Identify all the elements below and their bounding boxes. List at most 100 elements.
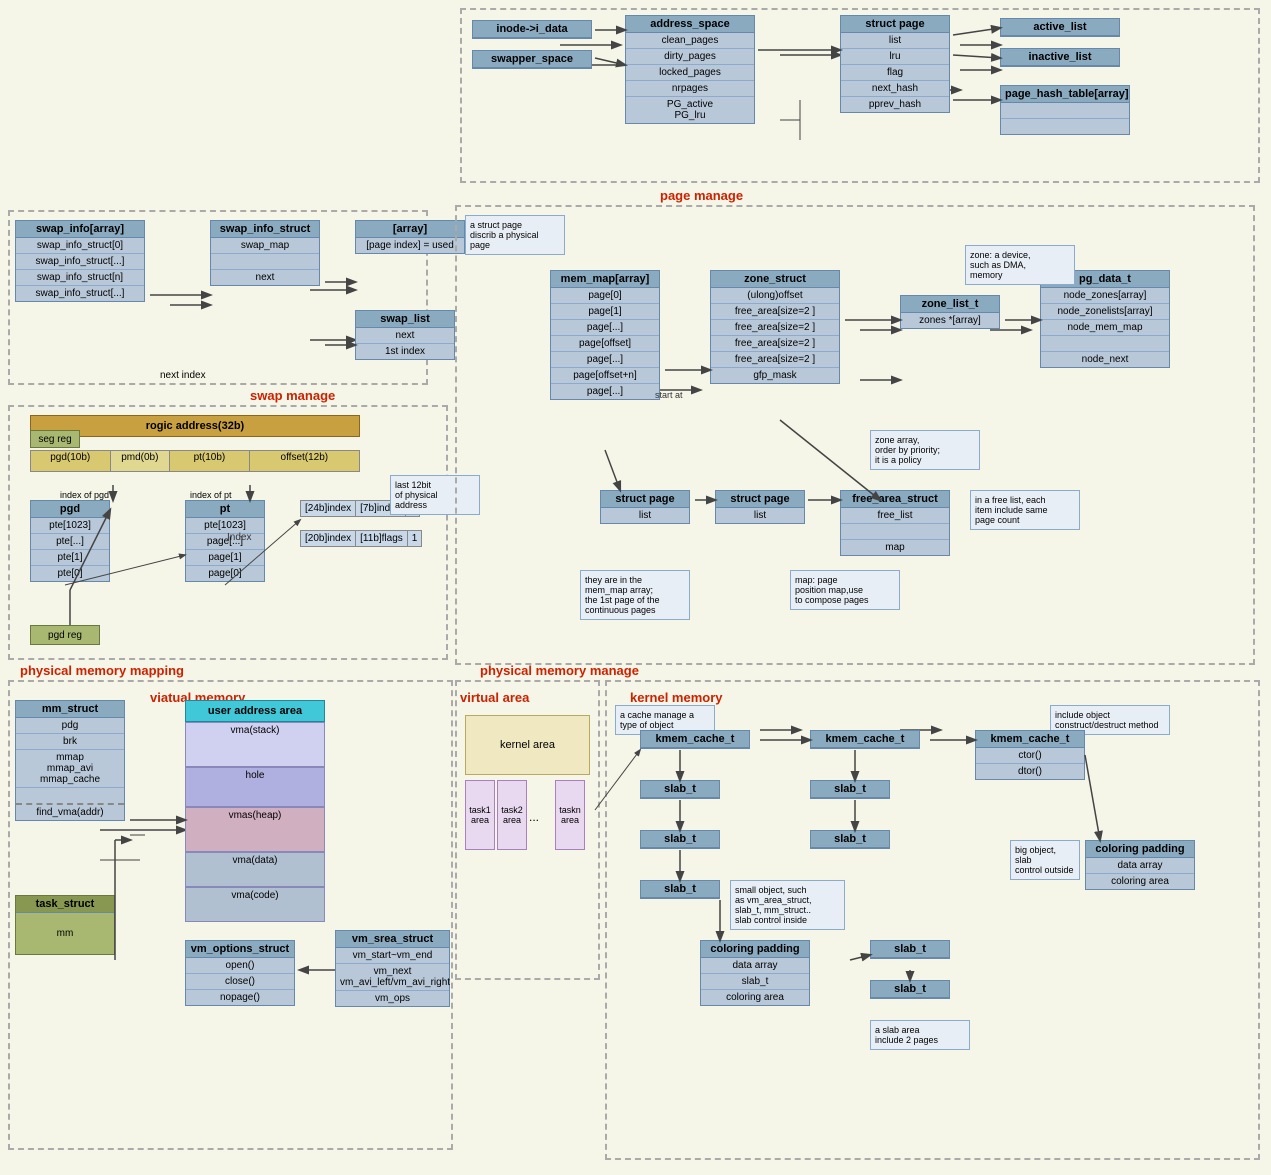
zone-struct-field5: free_area[size=2 ] — [711, 352, 839, 368]
mem-map-field7: page[...] — [551, 384, 659, 399]
pgd-field1: pte[1023] — [31, 518, 109, 534]
swapper-space-title: swapper_space — [473, 51, 591, 68]
struct-page-pm2-title: struct page — [716, 491, 804, 508]
slab-t6-title: slab_t — [871, 941, 949, 958]
swap-info-struct-title: swap_info_struct — [211, 221, 319, 238]
pgd-field2: pte[...] — [31, 534, 109, 550]
vm-srea-title: vm_srea_struct — [336, 931, 449, 948]
mm-struct-field2: brk — [16, 734, 124, 750]
coloring-padding2-box: coloring padding data array coloring are… — [1085, 840, 1195, 890]
address-space-title: address_space — [626, 16, 754, 33]
swap-info-array-box: swap_info[array] swap_info_struct[0] swa… — [15, 220, 145, 302]
zone-device-note: zone: a device,such as DMA,memory — [965, 245, 1075, 285]
mem-map-array-box: mem_map[array] page[0] page[1] page[...]… — [550, 270, 660, 400]
vma-data-block: vma(data) — [185, 852, 325, 887]
mem-map-field6: page[offset+n] — [551, 368, 659, 384]
pg-data-t-field5: node_next — [1041, 352, 1169, 367]
struct-page-pm-field1: list — [841, 33, 949, 49]
pgd-seg: pgd(10b) — [31, 451, 111, 471]
swap-list-title: swap_list — [356, 311, 454, 328]
kernel-memory-section — [605, 680, 1260, 1160]
page-hash-table-field1 — [1001, 103, 1129, 119]
index-label: Index — [227, 532, 251, 543]
swap-array-field1: [page index] = used — [356, 238, 464, 253]
active-list-box: active_list — [1000, 18, 1120, 37]
next-index-label: next index — [160, 370, 206, 381]
zone-struct-box: zone_struct (ulong)offset free_area[size… — [710, 270, 840, 384]
vma-stack-block: vma(stack) — [185, 722, 325, 767]
swap-info-struct-box: swap_info_struct swap_map next — [210, 220, 320, 286]
swap-info-array-field1: swap_info_struct[0] — [16, 238, 144, 254]
inactive-list-title: inactive_list — [1001, 49, 1119, 66]
struct-page-pm2-field1: list — [716, 508, 804, 523]
zone-list-t-field1: zones *[array] — [901, 313, 999, 328]
pt-table-title: pt — [186, 501, 264, 518]
address-space-box: address_space clean_pages dirty_pages lo… — [625, 15, 755, 124]
swap-info-array-field2: swap_info_struct[...] — [16, 254, 144, 270]
mm-struct-field5: find_vma(addr) — [16, 805, 124, 820]
mem-map-field3: page[...] — [551, 320, 659, 336]
struct-page-pm-field5: pprev_hash — [841, 97, 949, 112]
pt-field1: pte[1023] — [186, 518, 264, 534]
struct-page-pm-field2: lru — [841, 49, 949, 65]
mm-struct-field4 — [16, 788, 124, 805]
address-seg-row: pgd(10b) pmd(0b) pt(10b) offset(12b) — [30, 450, 360, 472]
mem-map-title: mem_map[array] — [551, 271, 659, 288]
slab-t1-box: slab_t — [640, 780, 720, 799]
mm-struct-title: mm_struct — [16, 701, 124, 718]
big-obj-note: big object, slabcontrol outside — [1010, 840, 1080, 880]
vm-options-field1: open() — [186, 958, 294, 974]
slab-t6-box: slab_t — [870, 940, 950, 959]
virtual-area-label: virtual area — [460, 690, 529, 705]
page-manage-label: page manage — [660, 188, 743, 203]
index-box2: [20b]index [11b]flags 1 — [300, 530, 422, 547]
struct-page-pm1-box: struct page list — [600, 490, 690, 524]
dots-label: ... — [529, 810, 539, 824]
page-hash-table-title: page_hash_table[array] — [1001, 86, 1129, 103]
swap-info-array-field3: swap_info_struct[n] — [16, 270, 144, 286]
swap-info-array-title: swap_info[array] — [16, 221, 144, 238]
swap-info-struct-field3: next — [211, 270, 319, 285]
free-area-struct-field3: map — [841, 540, 949, 555]
seg-reg-box: seg reg — [30, 430, 80, 448]
pgd-field3: pte[1] — [31, 550, 109, 566]
vm-options-field3: nopage() — [186, 990, 294, 1005]
taskn-area-block: tasknarea — [555, 780, 585, 850]
mem-map-field5: page[...] — [551, 352, 659, 368]
slab-t7-title: slab_t — [871, 981, 949, 998]
swap-list-field2: 1st index — [356, 344, 454, 359]
pgd-table-box: pgd pte[1023] pte[...] pte[1] pte[0] — [30, 500, 110, 582]
pg-data-t-field3: node_mem_map — [1041, 320, 1169, 336]
mem-map-field2: page[1] — [551, 304, 659, 320]
swap-info-struct-field2 — [211, 254, 319, 270]
swap-manage-label: swap manage — [250, 388, 335, 403]
index-pgd-label: index of pgd — [60, 490, 109, 500]
struct-page-note: a struct pagediscrib a physicalpage — [465, 215, 565, 255]
inode-i-data-title: inode->i_data — [473, 21, 591, 38]
swap-array-title: [array] — [356, 221, 464, 238]
mem-map-note: they are in themem_map array;the 1st pag… — [580, 570, 690, 620]
pg-data-t-field4 — [1041, 336, 1169, 352]
kmem-cache-t3-field1: ctor() — [976, 748, 1084, 764]
task-struct-box: task_struct mm — [15, 895, 115, 955]
pgd-field4: pte[0] — [31, 566, 109, 581]
coloring-padding1-box: coloring padding data array slab_t color… — [700, 940, 810, 1006]
phys-mem-manage-label: physical memory manage — [480, 663, 639, 678]
struct-page-pm-field4: next_hash — [841, 81, 949, 97]
pt-field2: page[...] — [186, 534, 264, 550]
zone-struct-field1: (ulong)offset — [711, 288, 839, 304]
pt-field4: page[0] — [186, 566, 264, 581]
kmem-cache-t1-box: kmem_cache_t — [640, 730, 750, 749]
swap-info-array-field4: swap_info_struct[...] — [16, 286, 144, 301]
coloring-padding1-field1: data array — [701, 958, 809, 974]
struct-page-pm-field3: flag — [841, 65, 949, 81]
index-pt-label: index of pt — [190, 490, 232, 500]
free-area-struct-box: free_area_struct free_list map — [840, 490, 950, 556]
vm-srea-field2: vm_nextvm_avi_left/vm_avi_right — [336, 964, 449, 991]
mem-map-field1: page[0] — [551, 288, 659, 304]
vm-srea-field1: vm_start~vm_end — [336, 948, 449, 964]
map-note: map: pageposition map,useto compose page… — [790, 570, 900, 610]
kmem-cache-t2-title: kmem_cache_t — [811, 731, 919, 748]
slab-t2-title: slab_t — [811, 781, 889, 798]
slab-t3-title: slab_t — [641, 831, 719, 848]
